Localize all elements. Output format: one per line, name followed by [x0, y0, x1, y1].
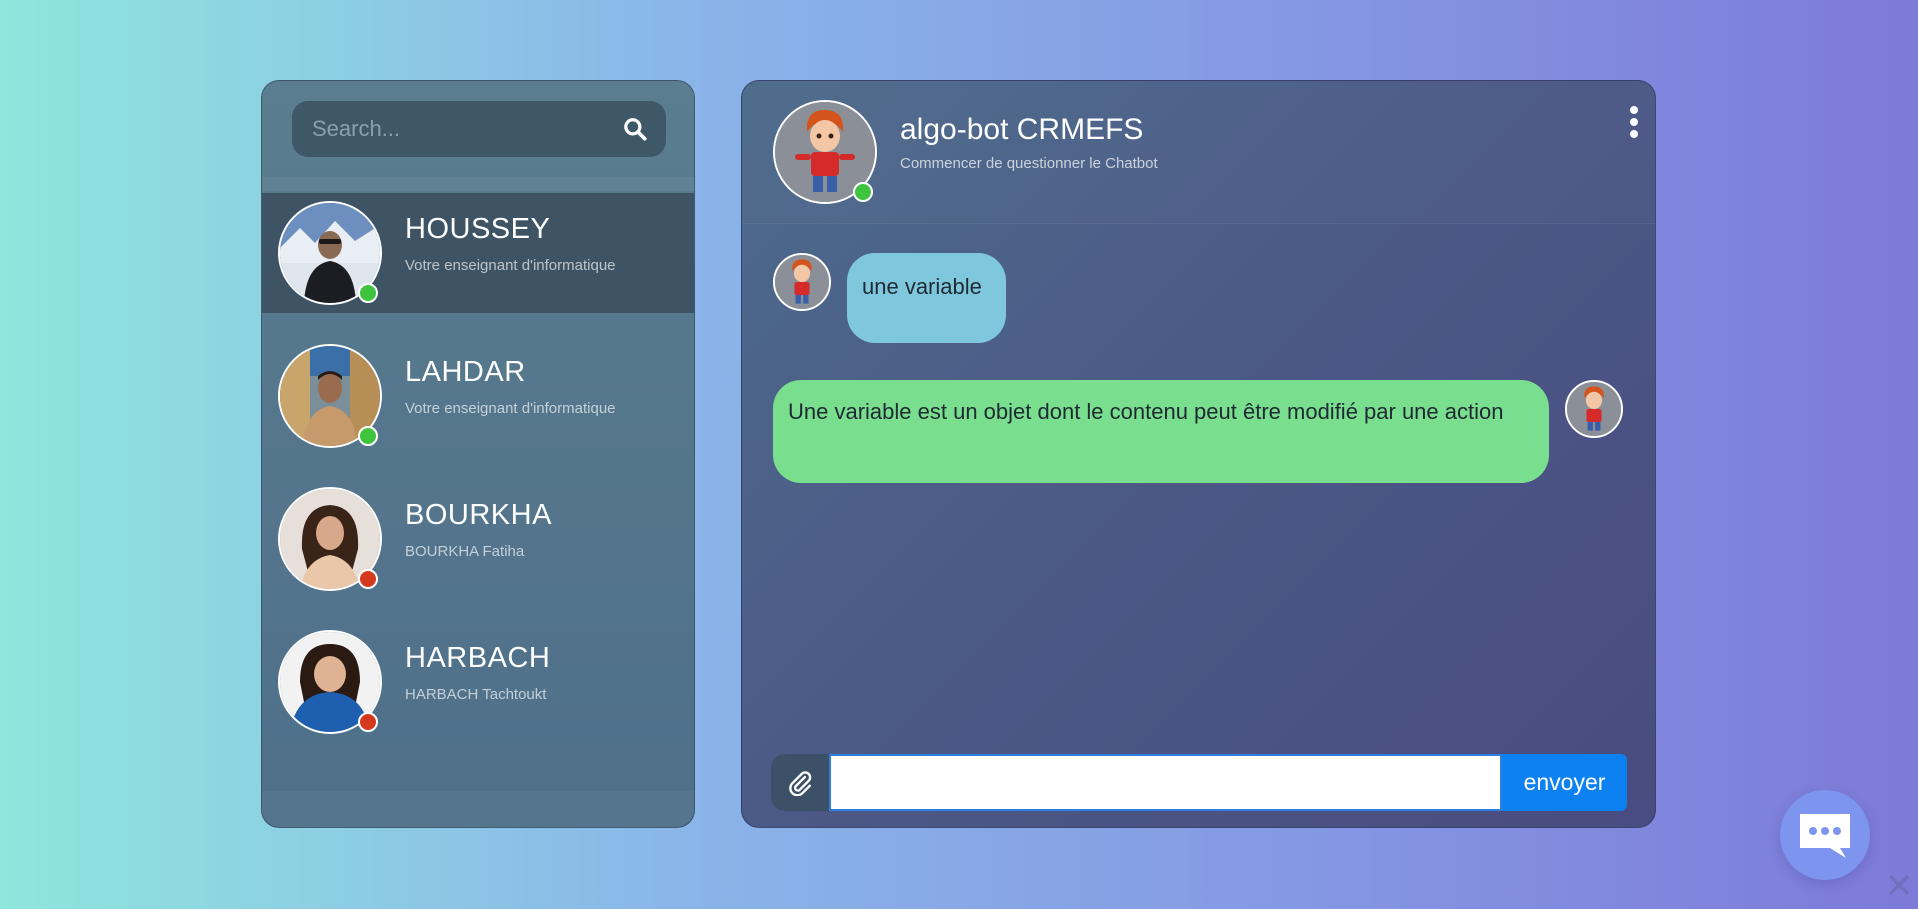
- avatar-wrap: [278, 630, 382, 734]
- chat-launcher-button[interactable]: [1780, 790, 1870, 880]
- paperclip-icon: [789, 770, 812, 796]
- search-bar: [292, 101, 666, 157]
- message-composer: envoyer: [771, 754, 1627, 811]
- chat-bubble-icon: [1800, 814, 1850, 858]
- avatar-wrap: [278, 344, 382, 448]
- contacts-footer: [262, 791, 694, 827]
- contact-subtitle: Votre enseignant d'informatique: [405, 400, 616, 417]
- close-icon[interactable]: [1888, 874, 1910, 896]
- search-icon[interactable]: [622, 116, 648, 142]
- user-message-bubble: une variable: [847, 253, 1006, 343]
- contacts-divider: [262, 177, 694, 191]
- contact-item-harbach[interactable]: HARBACH HARBACH Tachtoukt: [262, 622, 694, 742]
- contacts-panel: HOUSSEY Votre enseignant d'informatique: [261, 80, 695, 828]
- status-offline-dot: [358, 569, 378, 589]
- chat-panel: algo-bot CRMEFS Commencer de questionner…: [741, 80, 1656, 828]
- status-online-dot: [358, 283, 378, 303]
- contact-name: LAHDAR: [405, 356, 526, 388]
- bot-avatar-wrap: [773, 100, 877, 204]
- status-offline-dot: [358, 712, 378, 732]
- bot-message-avatar: [1565, 380, 1623, 438]
- contact-item-lahdar[interactable]: LAHDAR Votre enseignant d'informatique: [262, 336, 694, 456]
- contact-subtitle: BOURKHA Fatiha: [405, 543, 525, 560]
- contact-subtitle: Votre enseignant d'informatique: [405, 257, 616, 274]
- chat-title: algo-bot CRMEFS: [900, 113, 1144, 146]
- contact-name: BOURKHA: [405, 499, 552, 531]
- contact-subtitle: HARBACH Tachtoukt: [405, 686, 547, 703]
- contact-item-bourkha[interactable]: BOURKHA BOURKHA Fatiha: [262, 479, 694, 599]
- chat-subtitle: Commencer de questionner le Chatbot: [900, 155, 1158, 172]
- contact-name: HARBACH: [405, 642, 551, 674]
- contact-name: HOUSSEY: [405, 213, 551, 245]
- more-vertical-icon[interactable]: [1627, 105, 1641, 139]
- search-input[interactable]: [310, 115, 622, 143]
- contact-item-houssey[interactable]: HOUSSEY Votre enseignant d'informatique: [262, 193, 694, 313]
- avatar-wrap: [278, 487, 382, 591]
- send-button[interactable]: envoyer: [1502, 754, 1627, 811]
- bot-message-bubble: Une variable est un objet dont le conten…: [773, 380, 1549, 483]
- attach-button[interactable]: [771, 754, 829, 811]
- user-message-avatar: [773, 253, 831, 311]
- contact-list: HOUSSEY Votre enseignant d'informatique: [262, 193, 694, 765]
- message-input[interactable]: [829, 754, 1502, 811]
- avatar-wrap: [278, 201, 382, 305]
- status-online-dot: [358, 426, 378, 446]
- chat-header: algo-bot CRMEFS Commencer de questionner…: [742, 81, 1655, 224]
- status-online-dot: [853, 182, 873, 202]
